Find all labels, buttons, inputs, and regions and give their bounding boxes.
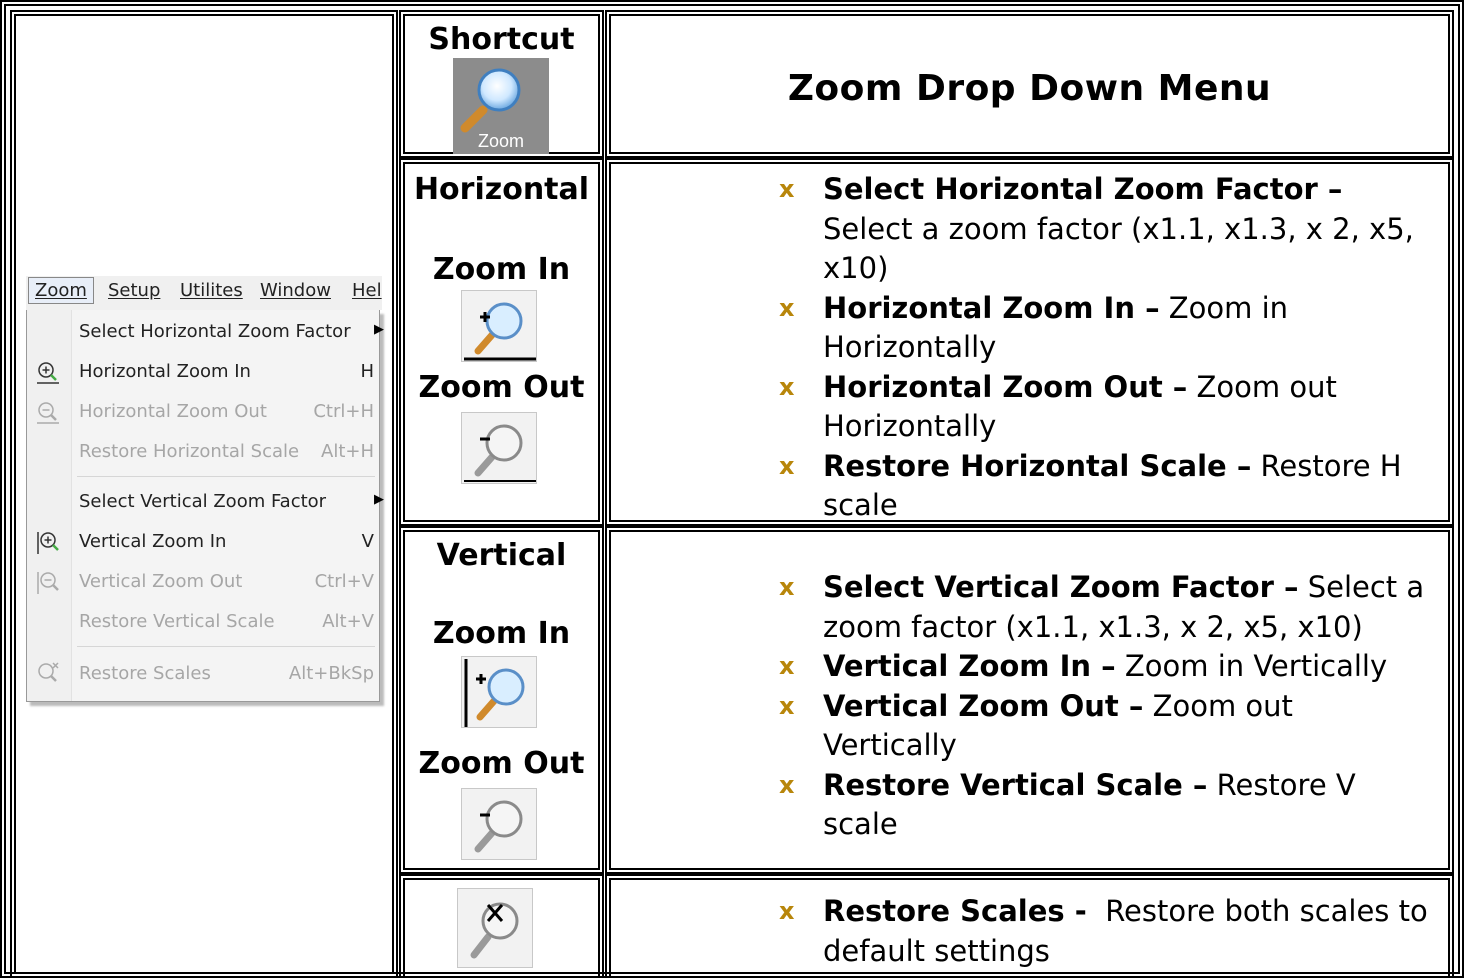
menu-item-restore-scales[interactable]: Restore Scales Alt+BkSp — [79, 660, 374, 690]
menubar-item-zoom[interactable]: Zoom — [28, 277, 94, 304]
horizontal-zoom-out-icon — [464, 424, 536, 482]
vertical-descriptions-cell: x Select Vertical Zoom Factor – Select a … — [605, 526, 1454, 874]
bullet-x-icon: x — [779, 372, 795, 401]
horizontal-zoom-out-button[interactable] — [461, 412, 537, 484]
menu-item-horizontal-zoom-in[interactable]: Horizontal Zoom In H — [79, 358, 374, 388]
menubar-item-window[interactable]: Window — [260, 280, 331, 301]
vertical-heading: Vertical — [436, 538, 567, 573]
menu-item-restore-horizontal-scale[interactable]: Restore Horizontal Scale Alt+H — [79, 438, 374, 468]
menu-item-vertical-zoom-out[interactable]: Vertical Zoom Out Ctrl+V — [79, 568, 374, 598]
list-item: x Vertical Zoom In – Zoom in Vertically — [779, 647, 1434, 687]
horizontal-zoom-out-icon — [37, 402, 59, 424]
submenu-arrow-icon: ▶ — [374, 492, 384, 507]
vertical-zoom-in-icon — [464, 659, 525, 727]
menu-separator — [77, 646, 375, 647]
restore-description-cell: x Restore Scales - Restore both scales to… — [605, 874, 1454, 978]
vertical-zoom-in-heading: Zoom In — [432, 616, 571, 651]
menu-item-restore-vertical-scale[interactable]: Restore Vertical Scale Alt+V — [79, 608, 374, 638]
horizontal-descriptions-cell: x Select Horizontal Zoom Factor – Select … — [605, 158, 1454, 526]
shortcut-heading: Shortcut — [428, 22, 575, 57]
horizontal-zoom-out-heading: Zoom Out — [418, 370, 585, 405]
horizontal-bullet-list: x Select Horizontal Zoom Factor – Select … — [779, 170, 1434, 526]
list-item: x Select Horizontal Zoom Factor – Select … — [779, 172, 1414, 285]
bullet-x-icon: x — [779, 293, 795, 322]
restore-scales-button[interactable] — [457, 888, 533, 968]
menubar-item-setup[interactable]: Setup — [108, 280, 160, 301]
menu-item-select-vertical-zoom-factor[interactable]: Select Vertical Zoom Factor ▶ — [79, 488, 384, 518]
vertical-zoom-out-button[interactable] — [461, 788, 537, 860]
horizontal-zoom-in-icon — [37, 362, 59, 384]
list-item: x Select Vertical Zoom Factor – Select a … — [779, 570, 1425, 644]
zoom-menu-screenshot: Zoom Setup Utilites Window Hel Select Ho… — [26, 276, 384, 704]
bullet-x-icon: x — [779, 897, 795, 925]
menu-item-horizontal-zoom-out[interactable]: Horizontal Zoom Out Ctrl+H — [79, 398, 374, 428]
menubar-item-utilites[interactable]: Utilites — [180, 280, 243, 301]
vertical-zoom-in-icon — [37, 532, 59, 554]
vertical-shortcuts-cell: Vertical Zoom In Zoom Out — [399, 526, 604, 874]
menu-separator — [77, 476, 375, 477]
title-cell: Zoom Drop Down Menu — [605, 10, 1454, 158]
menu-item-vertical-zoom-in[interactable]: Vertical Zoom In V — [79, 528, 374, 558]
restore-scales-icon — [470, 902, 519, 959]
shortcut-header-cell: Shortcut Zoom — [399, 10, 604, 158]
zoom-shortcut-button[interactable]: Zoom — [453, 58, 549, 154]
vertical-zoom-out-icon — [474, 800, 523, 853]
zoom-dropdown: Select Horizontal Zoom Factor ▶ Horizont… — [26, 310, 384, 702]
vertical-zoom-in-button[interactable] — [461, 656, 537, 728]
restore-shortcut-cell — [399, 874, 604, 978]
list-item: x Horizontal Zoom Out – Zoom out Horizont… — [779, 369, 1337, 444]
vertical-zoom-out-heading: Zoom Out — [418, 746, 585, 781]
menubar: Zoom Setup Utilites Window Hel — [26, 276, 382, 310]
bullet-x-icon: x — [779, 770, 795, 799]
horizontal-zoom-in-button[interactable] — [461, 290, 537, 362]
horizontal-zoom-in-icon — [464, 302, 536, 361]
bullet-x-icon: x — [779, 652, 795, 680]
menu-item-select-horizontal-zoom-factor[interactable]: Select Horizontal Zoom Factor ▶ — [79, 318, 384, 348]
horizontal-zoom-in-heading: Zoom In — [432, 252, 571, 287]
restore-scales-icon — [38, 662, 59, 682]
bullet-x-icon: x — [779, 175, 795, 203]
page-title: Zoom Drop Down Menu — [787, 68, 1272, 109]
menubar-item-help[interactable]: Hel — [352, 280, 382, 301]
submenu-arrow-icon: ▶ — [374, 322, 384, 337]
restore-bullet-list: x Restore Scales - Restore both scales to… — [779, 892, 1434, 971]
bullet-x-icon: x — [779, 573, 795, 601]
list-item: x Horizontal Zoom In – Zoom in Horizontal… — [779, 290, 1289, 365]
bullet-x-icon: x — [779, 451, 795, 480]
horizontal-shortcuts-cell: Horizontal Zoom In Zoom Out — [399, 158, 604, 526]
horizontal-heading: Horizontal — [413, 172, 590, 207]
list-item: x Restore Vertical Scale – Restore V scal… — [779, 767, 1356, 842]
list-item: x Restore Scales - Restore both scales to… — [779, 894, 1428, 968]
bullet-x-icon: x — [779, 691, 795, 720]
vertical-zoom-out-icon — [37, 572, 59, 594]
list-item: x Vertical Zoom Out – Zoom out Vertically — [779, 688, 1293, 763]
vertical-bullet-list: x Select Vertical Zoom Factor – Select a … — [779, 568, 1434, 845]
list-item: x Restore Horizontal Scale – Restore H sc… — [779, 448, 1402, 523]
zoom-shortcut-label: Zoom — [477, 131, 524, 151]
